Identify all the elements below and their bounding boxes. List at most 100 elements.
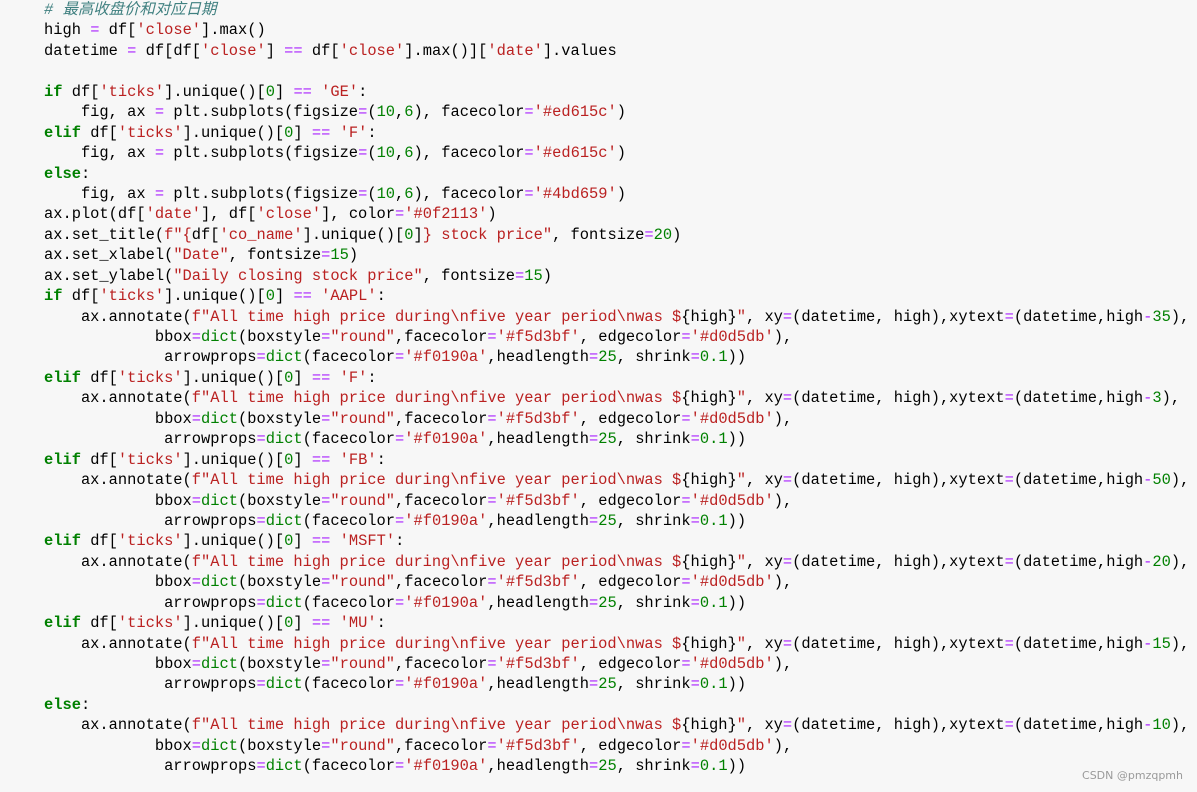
code-token: == (293, 82, 312, 101)
code-token: = (395, 430, 405, 449)
code-token: (boxstyle (237, 655, 322, 673)
code-token: plt.subplots(figsize (164, 103, 359, 122)
code-token: elif (44, 614, 81, 633)
code-token: , edgecolor (579, 491, 682, 510)
code-token: 0 (265, 82, 275, 101)
code-token: dict (265, 757, 303, 776)
code-token: if (44, 287, 63, 306)
code-token: = (690, 511, 700, 530)
code-token: else (44, 164, 81, 183)
code-token: 15 (330, 246, 349, 265)
code-token: = (395, 511, 405, 530)
code-token: (boxstyle (237, 491, 322, 510)
code-token: ,headlength (487, 348, 589, 367)
code-token: ax.set_title( (44, 225, 165, 244)
code-line: ​ (44, 61, 1197, 81)
code-token: = (782, 716, 793, 735)
code-token: = (487, 736, 497, 755)
code-token: = (524, 103, 534, 122)
code-token: ), (773, 328, 793, 346)
code-token: " (736, 307, 746, 326)
code-cell[interactable]: # 最高收盘价和对应日期 high = df['close'].max() date… (0, 0, 1197, 792)
code-token: 35 (1152, 307, 1171, 326)
code-token: , shrink (616, 348, 691, 367)
code-token: f"All time high price during\nfive year … (191, 307, 682, 326)
code-token: = (681, 655, 691, 673)
code-token: = (524, 144, 534, 163)
code-token: = (690, 757, 700, 776)
code-line: elif df['ticks'].unique()[0] == 'FB': (44, 450, 1197, 470)
code-token: dict (201, 491, 238, 510)
code-token: '#4bd659' (533, 184, 617, 203)
code-token: : (376, 450, 386, 469)
code-token: 0 (265, 287, 275, 306)
code-token: high (44, 21, 91, 40)
code-token: (facecolor (302, 675, 395, 694)
code-token: arrowprops (44, 430, 257, 449)
code-token: ( (367, 144, 377, 163)
code-token: = (588, 757, 599, 776)
code-token: {high} (681, 471, 737, 490)
code-token: (facecolor (302, 593, 395, 612)
code-token: '#ed615c' (533, 103, 617, 122)
code-token: : (367, 368, 377, 387)
code-token: ), (773, 409, 793, 428)
code-line: bbox=dict(boxstyle="round",facecolor='#f… (44, 654, 1197, 674)
code-token: '#f5d3bf' (496, 736, 580, 755)
code-token: ,facecolor (395, 736, 488, 755)
code-token: f"All time high price during\nfive year … (191, 634, 682, 653)
code-line: arrowprops=dict(facecolor='#f0190a',head… (44, 429, 1197, 449)
code-token: fig, ax (44, 103, 155, 122)
code-token: (boxstyle (237, 409, 322, 428)
code-token: , shrink (616, 675, 691, 694)
code-token: df[ (80, 123, 118, 142)
code-token: , shrink (616, 757, 691, 776)
code-token: 25 (598, 675, 617, 694)
code-token: 50 (1152, 471, 1171, 490)
code-token: = (358, 103, 368, 122)
code-token: ] (293, 614, 312, 633)
code-token: : (80, 164, 91, 183)
code-token: = (321, 491, 331, 510)
code-line: high = df['close'].max() (44, 20, 1197, 40)
code-line: ax.annotate(f"All time high price during… (44, 552, 1197, 572)
code-token: ) (672, 225, 682, 244)
code-line: ax.annotate(f"All time high price during… (44, 634, 1197, 654)
code-token: = (487, 409, 497, 428)
code-token: df[df[ (136, 41, 202, 60)
code-token: fig, ax (44, 144, 155, 163)
code-token: 10 (1152, 716, 1171, 735)
code-token: 'F' (339, 123, 368, 142)
code-token: )) (727, 430, 747, 449)
code-token: = (487, 328, 497, 346)
code-token: ] (265, 41, 285, 60)
code-token: , edgecolor (579, 655, 682, 673)
code-token: = (256, 675, 266, 694)
watermark: CSDN @pmzqpmh (1082, 769, 1183, 782)
code-token: {high} (681, 552, 737, 571)
code-token: df[ (62, 287, 100, 306)
code-token: = (321, 328, 331, 346)
code-token: plt.subplots(figsize (164, 184, 359, 203)
code-token: 'date' (487, 41, 543, 60)
code-token: ) (487, 205, 497, 224)
code-editor[interactable]: # 最高收盘价和对应日期 high = df['close'].max() date… (44, 0, 1197, 777)
code-token: == (311, 123, 331, 142)
code-token: = (782, 389, 793, 408)
code-token: ) (542, 266, 553, 285)
code-token: 'close' (256, 205, 322, 224)
code-line: bbox=dict(boxstyle="round",facecolor='#f… (44, 572, 1197, 592)
code-token: df[ (191, 225, 220, 244)
code-token: == (311, 532, 331, 551)
code-token: ], df[ (201, 205, 257, 224)
code-token: elif (44, 450, 81, 469)
code-token: 6 (404, 144, 414, 163)
code-token: = (681, 491, 691, 510)
code-token: 0.1 (699, 757, 728, 776)
code-token: 'ticks' (117, 450, 183, 469)
code-token: = (127, 41, 137, 60)
code-token: , edgecolor (579, 328, 682, 346)
code-token: '#f0190a' (404, 675, 488, 694)
